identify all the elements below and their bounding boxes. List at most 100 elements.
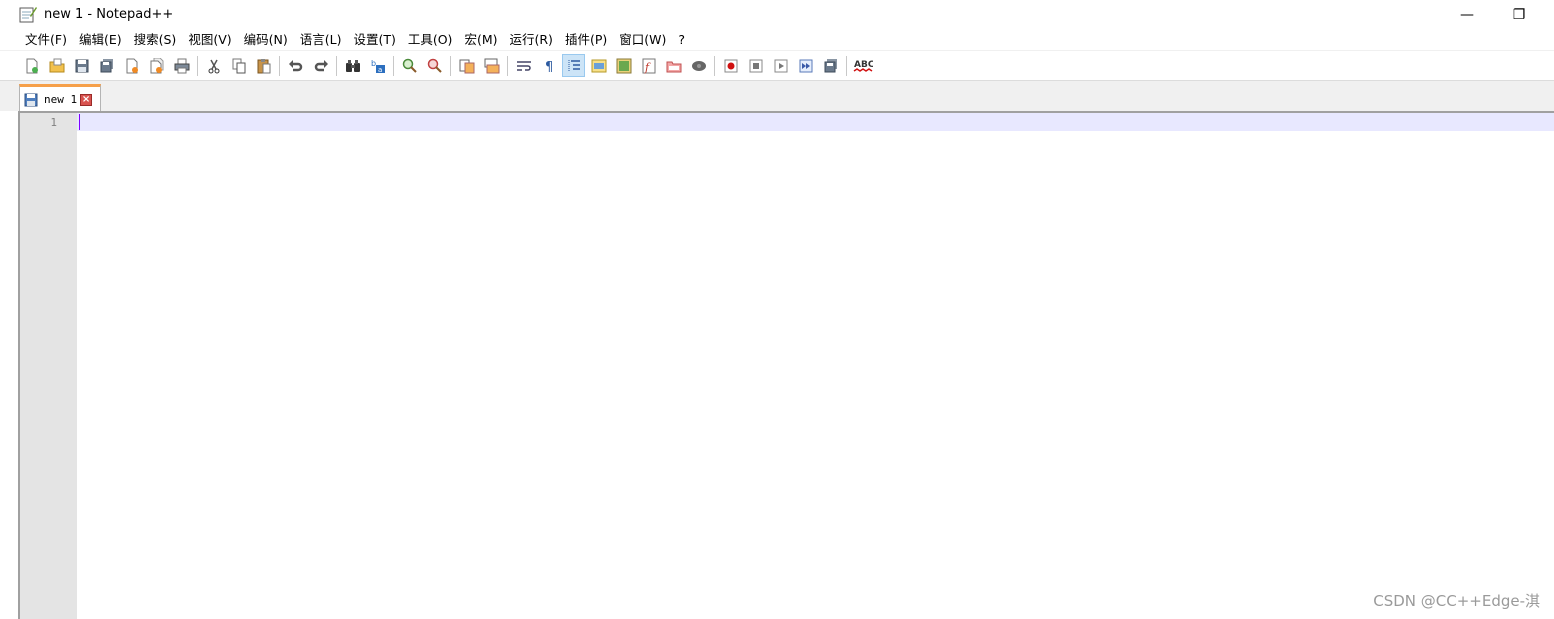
- tab-close-icon[interactable]: ×: [80, 93, 93, 106]
- menu-view[interactable]: 视图(V): [182, 30, 237, 50]
- word-wrap-button[interactable]: [513, 55, 534, 76]
- function-list-button[interactable]: f: [638, 55, 659, 76]
- menu-tools[interactable]: 工具(O): [402, 30, 459, 50]
- menu-macro[interactable]: 宏(M): [458, 30, 503, 50]
- redo-icon: [314, 59, 328, 71]
- stop-icon: [749, 59, 762, 72]
- editor-area[interactable]: 1: [18, 111, 1554, 619]
- record-icon: [724, 59, 737, 72]
- toolbar-separator: [714, 55, 715, 76]
- sync-vertical-button[interactable]: [456, 55, 477, 76]
- title-bar: new 1 - Notepad++ — ❐: [0, 0, 1554, 30]
- close-all-icon: [150, 57, 163, 73]
- macro-run-multiple-button[interactable]: [795, 55, 816, 76]
- monitoring-button[interactable]: [688, 55, 709, 76]
- svg-text:¶: ¶: [545, 60, 553, 74]
- show-all-chars-button[interactable]: ¶: [538, 55, 559, 76]
- undo-button[interactable]: [285, 55, 306, 76]
- menu-edit[interactable]: 编辑(E): [73, 30, 128, 50]
- close-file-icon: [126, 58, 138, 73]
- print-button[interactable]: [171, 55, 192, 76]
- toolbar-separator: [507, 55, 508, 76]
- word-wrap-icon: [516, 60, 531, 71]
- macro-play-button[interactable]: [770, 55, 791, 76]
- new-file-button[interactable]: [21, 55, 42, 76]
- watermark: CSDN @CC++Edge-淇: [1373, 592, 1540, 610]
- tab-label: new 1: [44, 93, 78, 106]
- toolbar-separator: [279, 55, 280, 76]
- minimize-button[interactable]: —: [1444, 0, 1490, 30]
- restore-button[interactable]: ❐: [1496, 0, 1542, 30]
- toolbar-separator: [197, 55, 198, 76]
- toolbar-separator: [846, 55, 847, 76]
- window-title: new 1 - Notepad++: [44, 7, 174, 22]
- toolbar: ba ¶ f ABC: [0, 50, 1554, 80]
- new-file-icon: [26, 58, 38, 73]
- save-all-icon: [100, 58, 113, 72]
- tab-new-1[interactable]: new 1 ×: [19, 84, 101, 112]
- spell-check-icon: ABC: [853, 60, 873, 72]
- replace-button[interactable]: ba: [367, 55, 388, 76]
- menu-language[interactable]: 语言(L): [294, 30, 348, 50]
- text-caret: [79, 114, 80, 130]
- macro-record-button[interactable]: [720, 55, 741, 76]
- save-button[interactable]: [71, 55, 92, 76]
- play-icon: [774, 59, 787, 72]
- fast-forward-icon: [799, 59, 812, 72]
- document-map-button[interactable]: [613, 55, 634, 76]
- monitoring-eye-icon: [691, 60, 706, 71]
- menu-run[interactable]: 运行(R): [503, 30, 558, 50]
- menu-encoding[interactable]: 编码(N): [238, 30, 294, 50]
- menu-plugins[interactable]: 插件(P): [559, 30, 613, 50]
- line-number: 1: [50, 116, 57, 129]
- spell-check-button[interactable]: ABC: [852, 55, 873, 76]
- paste-button[interactable]: [253, 55, 274, 76]
- menu-settings[interactable]: 设置(T): [347, 30, 401, 50]
- menu-help[interactable]: ?: [672, 30, 691, 50]
- minimize-icon: —: [1460, 7, 1474, 23]
- menu-file[interactable]: 文件(F): [19, 30, 73, 50]
- user-language-button[interactable]: [588, 55, 609, 76]
- toolbar-separator: [393, 55, 394, 76]
- open-file-button[interactable]: [46, 55, 67, 76]
- restore-icon: ❐: [1512, 7, 1526, 23]
- open-folder-icon: [49, 58, 64, 72]
- save-macro-icon: [824, 58, 837, 72]
- zoom-in-button[interactable]: [399, 55, 420, 76]
- cut-button[interactable]: [203, 55, 224, 76]
- redo-button[interactable]: [310, 55, 331, 76]
- menu-window[interactable]: 窗口(W): [613, 30, 672, 50]
- indent-guide-icon: [568, 59, 580, 72]
- svg-text:a: a: [378, 66, 382, 74]
- macro-save-button[interactable]: [820, 55, 841, 76]
- macro-stop-button[interactable]: [745, 55, 766, 76]
- binoculars-icon: [345, 59, 360, 72]
- close-all-button[interactable]: [146, 55, 167, 76]
- printer-icon: [174, 58, 189, 73]
- save-icon: [75, 59, 88, 72]
- menu-bar: 文件(F) 编辑(E) 搜索(S) 视图(V) 编码(N) 语言(L) 设置(T…: [0, 30, 1554, 50]
- document-tab-bar: new 1 ×: [0, 80, 1554, 112]
- find-button[interactable]: [342, 55, 363, 76]
- zoom-out-button[interactable]: [424, 55, 445, 76]
- current-line-highlight: [77, 113, 1554, 131]
- svg-text:b: b: [371, 59, 376, 68]
- folder-workspace-button[interactable]: [663, 55, 684, 76]
- saved-status-icon: [24, 93, 38, 106]
- menu-search[interactable]: 搜索(S): [128, 30, 183, 50]
- toolbar-separator: [450, 55, 451, 76]
- user-language-icon: [591, 59, 606, 72]
- sync-horizontal-button[interactable]: [481, 55, 502, 76]
- close-button[interactable]: [121, 55, 142, 76]
- function-list-icon: f: [642, 58, 655, 74]
- folder-workspace-icon: [666, 61, 681, 72]
- paste-icon: [257, 58, 270, 73]
- copy-icon: [232, 58, 245, 73]
- zoom-out-icon: [427, 58, 442, 73]
- toolbar-separator: [336, 55, 337, 76]
- indent-guide-button[interactable]: [562, 54, 585, 77]
- save-all-button[interactable]: [96, 55, 117, 76]
- sync-horizontal-icon: [484, 58, 499, 73]
- copy-button[interactable]: [228, 55, 249, 76]
- replace-icon: ba: [371, 59, 385, 74]
